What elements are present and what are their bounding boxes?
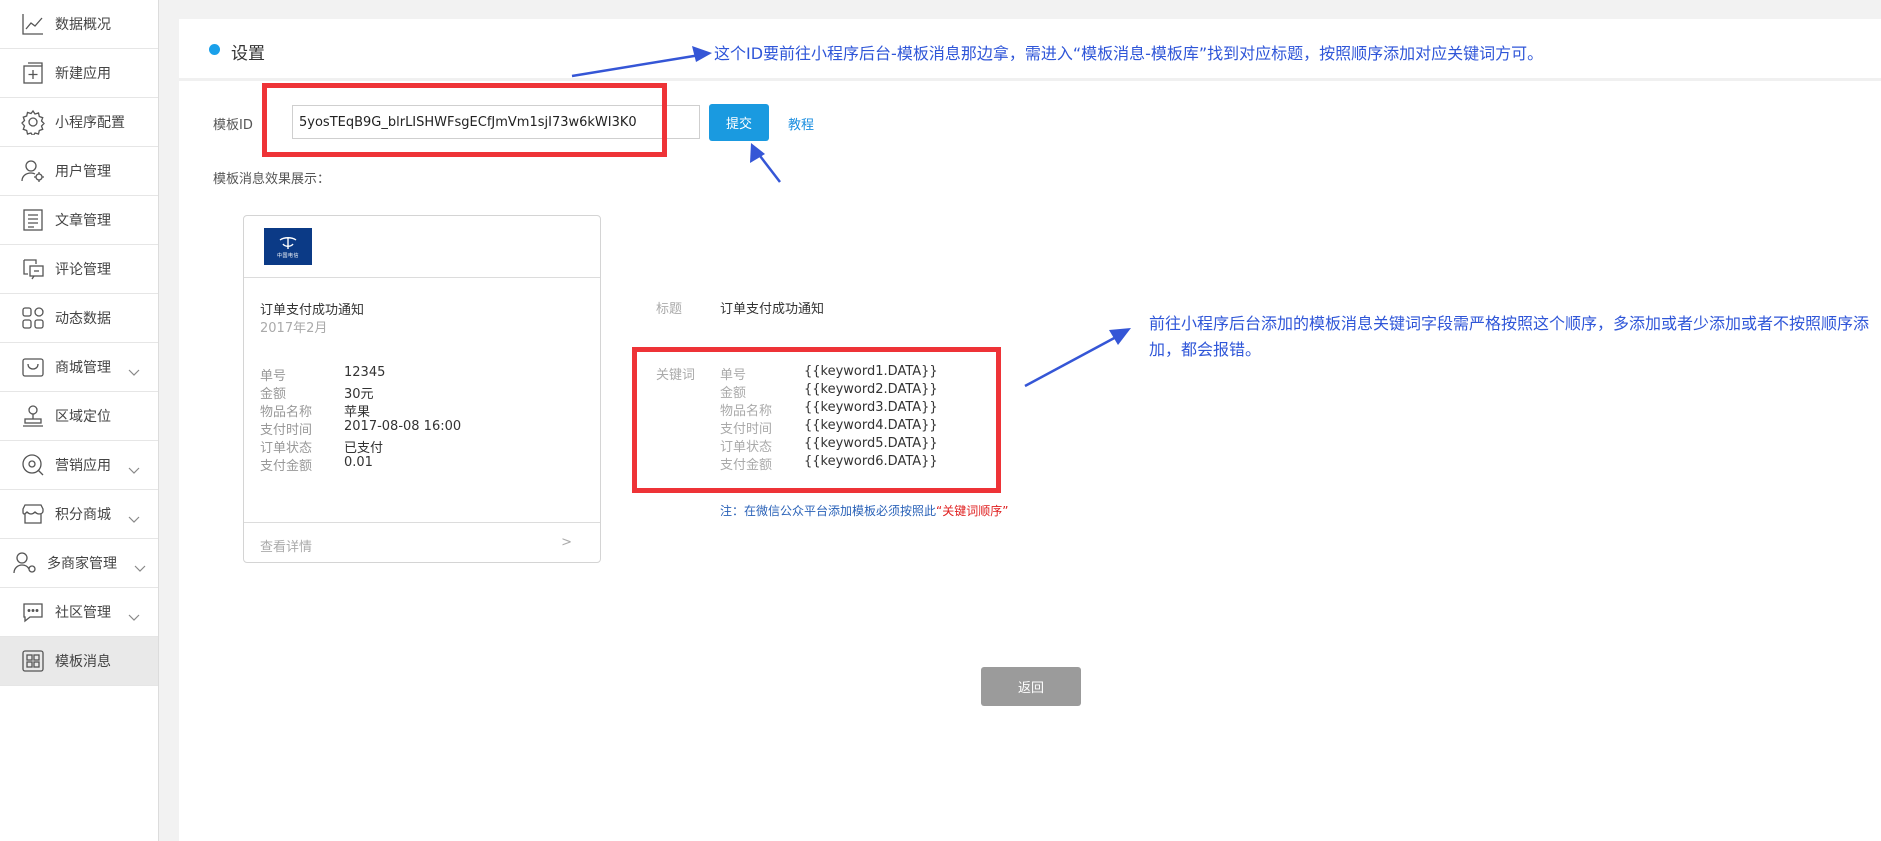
sidebar-item-label: 区域定位 [55,409,111,425]
sidebar-item-label: 模板消息 [55,654,111,670]
china-telecom-logo: 中国电信 [264,228,312,265]
sidebar-item-label: 新建应用 [55,66,111,82]
logo-text: 中国电信 [276,252,299,259]
card-row-value: 已支付 [344,441,384,456]
sidebar-item-template-message[interactable]: 模板消息 [0,637,158,686]
chevron-down-icon [128,607,140,621]
sidebar-item-label: 评论管理 [55,262,111,278]
sidebar-item-label: 商城管理 [55,360,111,376]
sidebar-item-dynamic-data[interactable]: 动态数据 [0,294,158,343]
sidebar-item-label: 多商家管理 [47,556,117,572]
chevron-down-icon [128,460,140,474]
submit-button[interactable]: 提交 [709,104,769,141]
chevron-down-icon [128,362,140,376]
message-preview-card: 中国电信 订单支付成功通知 2017年2月 单号 12345 金额 30元 物品名称… [243,215,601,563]
sidebar-item-region[interactable]: 区域定位 [0,392,158,441]
sidebar-item-articles[interactable]: 文章管理 [0,196,158,245]
sidebar-item-label: 数据概况 [55,17,111,33]
sidebar-item-shop[interactable]: 商城管理 [0,343,158,392]
sidebar-item-multi-merchant[interactable]: 多商家管理 [0,539,158,588]
points-mall-icon [20,501,46,527]
sidebar-item-label: 文章管理 [55,213,111,229]
card-row-value: 2017-08-08 16:00 [344,419,462,434]
template-icon [20,648,46,674]
chevron-down-icon [128,509,140,523]
card-row: 支付时间 2017-08-08 16:00 [260,419,462,438]
card-row-key: 物品名称 [260,405,313,420]
sidebar-item-label: 动态数据 [55,311,111,327]
remark-text: 注：在微信公众平台添加模板必须按照此 [720,504,937,518]
card-row-value: 苹果 [344,405,371,420]
view-detail-link[interactable]: 查看详情 [260,536,312,555]
comment-icon [20,256,46,282]
card-row-key: 支付时间 [260,423,313,438]
shop-icon [20,354,46,380]
card-title: 订单支付成功通知 [260,303,365,318]
highlight-box-keywords [632,347,1001,493]
chevron-down-icon [134,558,146,572]
sidebar-item-label: 营销应用 [55,458,111,474]
add-app-icon [20,60,46,86]
sidebar-item-marketing[interactable]: 营销应用 [0,441,158,490]
card-row-key: 单号 [260,369,287,384]
chevron-right-icon: > [561,535,572,550]
sidebar: 数据概况 新建应用 小程序配置 用户管理 文章管理 评论管理 动态数据 商城管理… [0,0,159,841]
sidebar-item-label: 用户管理 [55,164,111,180]
sidebar-item-label: 积分商城 [55,507,111,523]
sidebar-item-community[interactable]: 社区管理 [0,588,158,637]
community-icon [20,599,46,625]
marketing-icon [20,452,46,478]
sidebar-item-label: 社区管理 [55,605,111,621]
multi-merchant-icon [12,550,38,576]
card-date: 2017年2月 [260,321,328,336]
gear-icon [20,109,46,135]
tutorial-link[interactable]: 教程 [788,114,814,133]
line-chart-icon [20,11,46,37]
sidebar-item-points-mall[interactable]: 积分商城 [0,490,158,539]
title-dot-icon [209,44,220,55]
title-field-value: 订单支付成功通知 [720,302,825,317]
preview-title: 模板消息效果展示： [213,172,331,187]
template-id-label: 模板ID [213,118,253,133]
card-header: 中国电信 [244,216,600,278]
highlight-box-template-id [262,83,667,157]
grid-icon [20,305,46,331]
card-row: 单号 12345 [260,365,461,384]
sidebar-item-label: 小程序配置 [55,115,125,131]
annotation-template-id: 这个ID要前往小程序后台-模板消息那边拿，需进入“模板消息-模板库”找到对应标题… [714,44,1544,63]
sidebar-item-overview[interactable]: 数据概况 [0,0,158,49]
location-stamp-icon [20,403,46,429]
card-row: 物品名称 苹果 [260,401,461,420]
sidebar-item-new-app[interactable]: 新建应用 [0,49,158,98]
title-field-label: 标题 [656,302,683,317]
keyword-order-remark: 注：在微信公众平台添加模板必须按照此“关键词顺序” [720,502,1008,519]
sidebar-item-comments[interactable]: 评论管理 [0,245,158,294]
card-row-value: 0.01 [344,455,373,470]
card-footer[interactable]: 查看详情 > [244,522,600,563]
card-row-key: 支付金额 [260,459,313,474]
card-row: 订单状态 已支付 [260,437,461,456]
card-row-value: 30元 [344,387,374,402]
card-row: 金额 30元 [260,383,461,402]
remark-highlight: “关键词顺序” [936,504,1009,518]
card-rows: 单号 12345 金额 30元 物品名称 苹果 支付时间 2017-08-08 16:0… [260,365,462,474]
back-button[interactable]: 返回 [981,667,1081,706]
card-row-key: 订单状态 [260,441,313,456]
card-row-key: 金额 [260,387,287,402]
user-settings-icon [20,158,46,184]
article-icon [20,207,46,233]
sidebar-item-users[interactable]: 用户管理 [0,147,158,196]
sidebar-item-miniapp-config[interactable]: 小程序配置 [0,98,158,147]
card-row: 支付金额 0.01 [260,455,461,474]
card-row-value: 12345 [344,365,386,380]
annotation-keyword-order: 前往小程序后台添加的模板消息关键词字段需严格按照这个顺序，多添加或者少添加或者不… [1149,314,1870,359]
page-title: 设置 [231,44,265,64]
